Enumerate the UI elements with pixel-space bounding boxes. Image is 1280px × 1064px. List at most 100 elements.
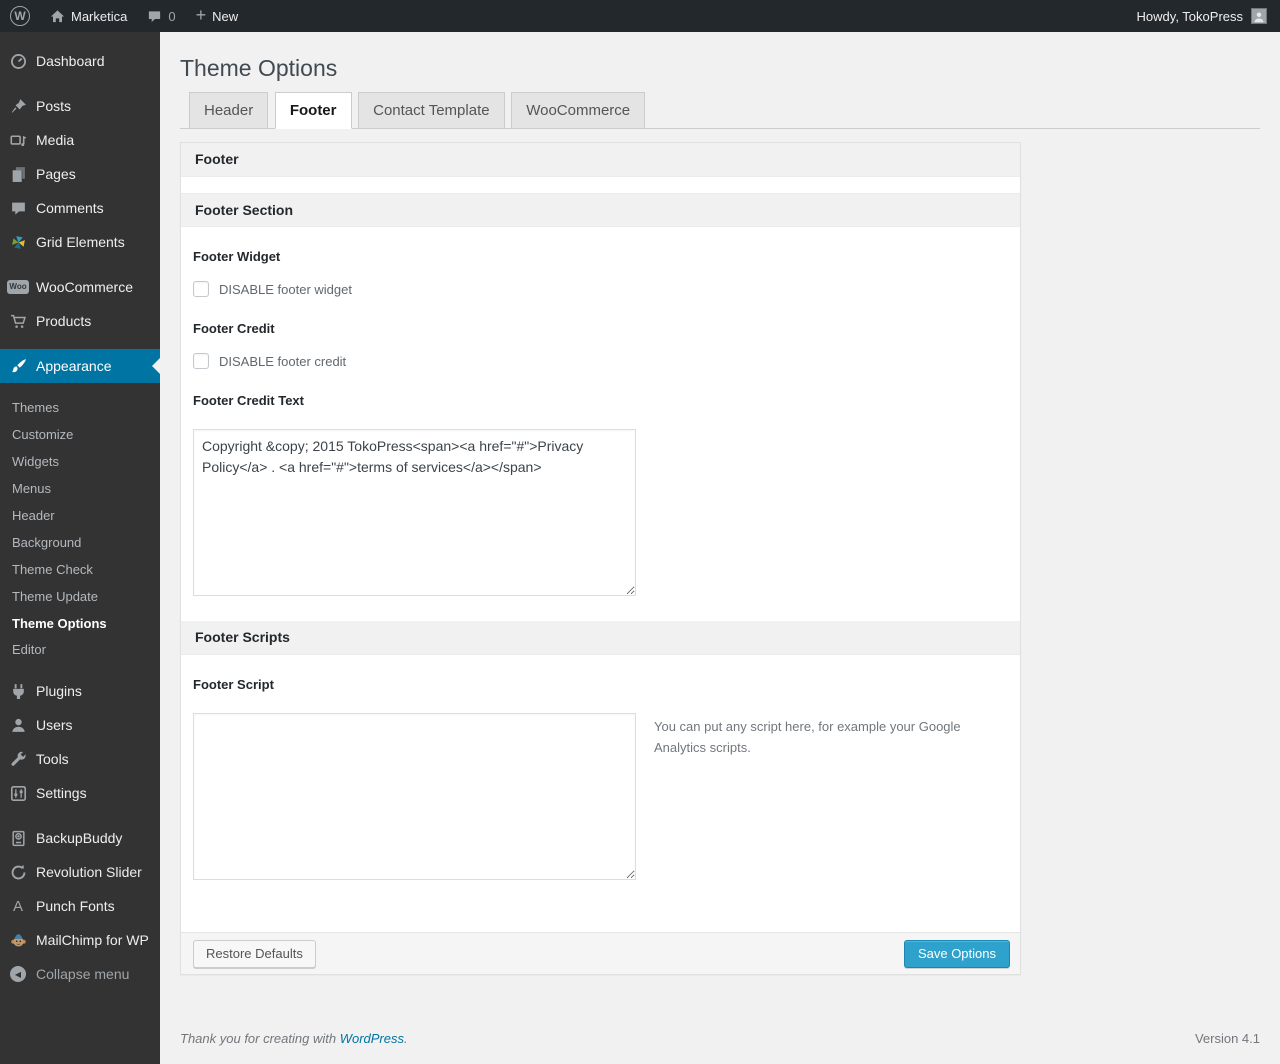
menu-separator [0,810,160,821]
tab-footer[interactable]: Footer [274,91,352,130]
letter-a-icon [8,899,28,914]
admin-footer: Thank you for creating with WordPress. V… [180,1031,1260,1046]
footer-credit-label: Footer Credit [193,321,275,337]
footer-section-content: Footer Widget DISABLE footer widget Foot… [181,227,1020,622]
brush-icon [8,358,28,375]
sidebar-item-appearance[interactable]: Appearance [0,349,160,383]
wordpress-logo-menu[interactable] [0,0,40,32]
footer-script-label: Footer Script [193,677,274,693]
pages-icon [8,166,28,183]
footer-credit-text-textarea[interactable]: Copyright &copy; 2015 TokoPress<span><a … [193,429,636,597]
tab-bar: Header Footer Contact Template WooCommer… [180,91,1260,130]
new-label: New [212,8,239,24]
panel-actions: Restore Defaults Save Options [181,932,1020,975]
submenu-item-customize[interactable]: Customize [0,422,160,449]
sidebar-item-media[interactable]: Media [0,123,160,157]
footer-script-row: You can put any script here, for example… [193,692,1008,881]
disable-footer-widget-row: DISABLE footer widget [193,281,1008,298]
submenu-item-editor[interactable]: Editor [0,637,160,664]
version-text: Version 4.1 [1194,1031,1260,1047]
site-name-label: Marketica [71,8,128,24]
disable-footer-widget-checkbox[interactable] [193,281,209,298]
tab-woocommerce[interactable]: WooCommerce [511,91,646,130]
sidebar-item-tools[interactable]: Tools [0,742,160,776]
sidebar-item-punch-fonts[interactable]: Punch Fonts [0,889,160,923]
submenu-item-background[interactable]: Background [0,530,160,557]
sidebar-item-pages[interactable]: Pages [0,157,160,191]
admin-bar: Marketica 0 New Howdy, TokoPress [0,0,1280,32]
section-header-footer-scripts: Footer Scripts [181,621,1020,656]
disable-footer-credit-checkbox[interactable] [193,353,209,370]
sidebar-item-woocommerce[interactable]: WooCommerce [0,270,160,304]
footer-credit-text-label: Footer Credit Text [193,393,304,409]
backup-drive-icon [8,830,28,847]
disable-footer-credit-row: DISABLE footer credit [193,353,1008,370]
sidebar-item-plugins[interactable]: Plugins [0,674,160,708]
wordpress-link[interactable]: WordPress [340,1031,404,1046]
comment-icon [8,200,28,217]
panel-gap [181,177,1020,194]
collapse-arrow-icon [8,966,28,983]
plus-icon [196,6,207,24]
submenu-item-theme-options[interactable]: Theme Options [0,611,160,638]
footer-thanks-text: Thank you for creating with WordPress. [180,1031,408,1047]
sidebar-item-backupbuddy[interactable]: BackupBuddy [0,821,160,855]
menu-separator [0,78,160,89]
sidebar-item-revolution-slider[interactable]: Revolution Slider [0,855,160,889]
my-account-menu[interactable]: Howdy, TokoPress [1137,8,1280,24]
new-content-menu[interactable]: New [186,0,249,32]
tab-contact-template[interactable]: Contact Template [358,91,505,130]
user-icon [8,717,28,734]
wordpress-logo-icon [10,6,30,26]
section-header-footer-section: Footer Section [181,193,1020,228]
footer-widget-label: Footer Widget [193,249,281,265]
tab-header[interactable]: Header [189,91,269,130]
submenu-item-widgets[interactable]: Widgets [0,449,160,476]
sidebar-item-users[interactable]: Users [0,708,160,742]
submenu-item-theme-check[interactable]: Theme Check [0,557,160,584]
sidebar-item-dashboard[interactable]: Dashboard [0,44,160,78]
grid-elements-icon [8,234,28,251]
sidebar-item-mailchimp[interactable]: MailChimp for WP [0,923,160,957]
howdy-text: Howdy, TokoPress [1136,8,1243,24]
disable-footer-widget-label: DISABLE footer widget [219,281,352,297]
comment-bubble-icon [147,9,162,24]
collapse-menu-button[interactable]: Collapse menu [0,957,160,991]
refresh-icon [8,864,28,881]
main-content: Theme Options Header Footer Contact Temp… [160,32,1280,1064]
home-icon [50,9,65,24]
comments-count: 0 [168,8,176,24]
page-title: Theme Options [180,55,338,81]
site-name-link[interactable]: Marketica [40,0,137,32]
comments-menu[interactable]: 0 [137,0,185,32]
submenu-item-menus[interactable]: Menus [0,476,160,503]
wrench-icon [8,751,28,768]
plugin-icon [8,683,28,700]
sidebar-item-grid-elements[interactable]: Grid Elements [0,225,160,259]
menu-separator [0,338,160,349]
sliders-icon [8,785,28,802]
sidebar-item-products[interactable]: Products [0,304,160,338]
media-icon [8,132,28,149]
footer-script-description: You can put any script here, for example… [654,719,961,756]
admin-menu-list: Dashboard Posts Media Pages Comments Gri… [0,32,160,991]
user-avatar [1251,8,1267,24]
submenu-item-header[interactable]: Header [0,503,160,530]
pin-icon [8,98,28,115]
panel-header-footer: Footer [181,143,1020,178]
sidebar-item-posts[interactable]: Posts [0,89,160,123]
sidebar-item-comments[interactable]: Comments [0,191,160,225]
cart-icon [8,313,28,330]
restore-defaults-button[interactable]: Restore Defaults [193,939,316,968]
sidebar-item-settings[interactable]: Settings [0,776,160,810]
current-menu-arrow-icon [144,358,160,374]
disable-footer-credit-label: DISABLE footer credit [219,353,347,369]
submenu-item-theme-update[interactable]: Theme Update [0,584,160,611]
monkey-icon [8,932,28,949]
submenu-item-themes[interactable]: Themes [0,395,160,422]
footer-script-textarea[interactable] [193,713,636,881]
appearance-submenu: Themes Customize Widgets Menus Header Ba… [0,383,160,674]
footer-scripts-content: Footer Script You can put any script her… [181,655,1020,933]
save-options-button[interactable]: Save Options [903,939,1010,968]
theme-options-panel: Footer Footer Section Footer Widget DISA… [180,142,1021,976]
